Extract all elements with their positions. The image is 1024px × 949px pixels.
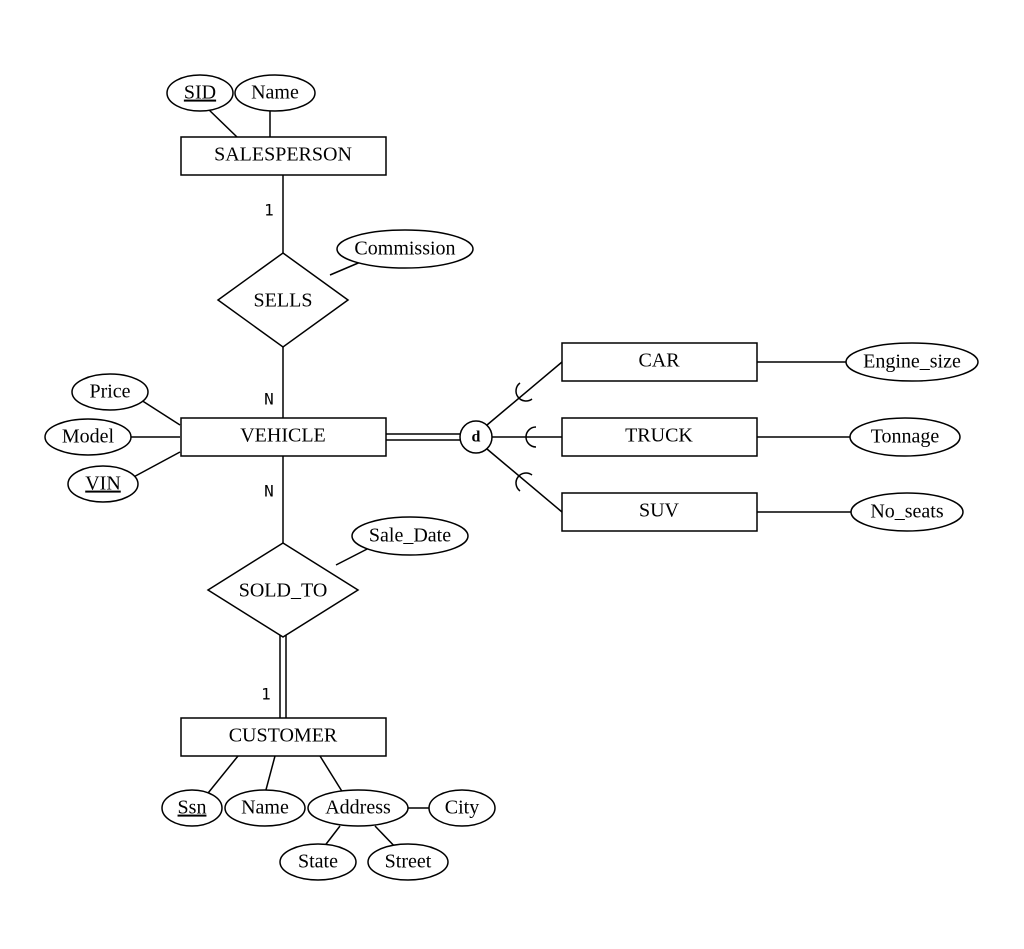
rel-sells-label: SELLS	[254, 290, 313, 312]
attr-engine-size: Engine_size	[846, 343, 978, 381]
attr-model: Model	[45, 419, 131, 455]
entity-vehicle: VEHICLE	[181, 418, 386, 456]
attr-vin: VIN	[68, 466, 138, 502]
entity-customer: CUSTOMER	[181, 718, 386, 756]
attr-price-label: Price	[89, 381, 130, 403]
entity-customer-label: CUSTOMER	[229, 725, 338, 747]
attr-address: Address	[308, 790, 408, 826]
specialization-d-label: d	[472, 429, 481, 446]
entity-car: CAR	[562, 343, 757, 381]
edge-d-suv	[487, 449, 562, 512]
attr-city: City	[429, 790, 495, 826]
attr-no-seats-label: No_seats	[870, 501, 944, 523]
attr-commission: Commission	[337, 230, 473, 268]
attr-city-label: City	[445, 797, 479, 819]
specialization-d: d	[460, 421, 492, 453]
edge-price-vehicle	[141, 400, 180, 425]
attr-model-label: Model	[62, 426, 115, 448]
edge-soldto-customer	[280, 635, 286, 718]
attr-sid-label: SID	[184, 82, 216, 104]
entity-vehicle-label: VEHICLE	[240, 425, 326, 447]
edge-sid-salesperson	[206, 107, 237, 137]
attr-price: Price	[72, 374, 148, 410]
attr-sale-date: Sale_Date	[352, 517, 468, 555]
attr-state-label: State	[298, 851, 338, 873]
edge-vin-vehicle	[128, 452, 180, 480]
attr-ssn-label: Ssn	[178, 797, 207, 819]
attr-state: State	[280, 844, 356, 880]
card-sells-top: 1	[264, 201, 274, 220]
attr-sale-date-label: Sale_Date	[369, 525, 451, 547]
attr-tonnage-label: Tonnage	[871, 426, 940, 448]
attr-sp-name: Name	[235, 75, 315, 111]
edge-d-car	[487, 362, 562, 425]
attr-commission-label: Commission	[354, 238, 455, 260]
entity-car-label: CAR	[638, 350, 680, 372]
attr-vin-label: VIN	[85, 473, 121, 495]
entity-suv-label: SUV	[639, 500, 680, 522]
entity-truck-label: TRUCK	[625, 425, 693, 447]
card-soldto-bottom: 1	[261, 685, 271, 704]
card-soldto-top: N	[264, 482, 274, 501]
entity-truck: TRUCK	[562, 418, 757, 456]
attr-street-label: Street	[385, 851, 432, 873]
attr-address-label: Address	[325, 797, 391, 819]
attr-ssn: Ssn	[162, 790, 222, 826]
attr-tonnage: Tonnage	[850, 418, 960, 456]
edge-vehicle-d	[386, 434, 460, 440]
entity-suv: SUV	[562, 493, 757, 531]
rel-soldto: SOLD_TO	[208, 543, 358, 637]
er-diagram: SALESPERSON VEHICLE CUSTOMER CAR TRUCK S…	[0, 0, 1024, 949]
attr-engine-size-label: Engine_size	[863, 351, 961, 373]
subset-arc-suv	[516, 473, 532, 491]
rel-sells: SELLS	[218, 253, 348, 347]
subset-arc-car	[516, 383, 532, 401]
attr-sp-name-label: Name	[251, 82, 299, 104]
attr-no-seats: No_seats	[851, 493, 963, 531]
rel-soldto-label: SOLD_TO	[239, 580, 328, 602]
attr-cust-name: Name	[225, 790, 305, 826]
entity-salesperson: SALESPERSON	[181, 137, 386, 175]
attr-street: Street	[368, 844, 448, 880]
attr-sid: SID	[167, 75, 233, 111]
card-sells-bottom: N	[264, 390, 274, 409]
entity-salesperson-label: SALESPERSON	[214, 144, 352, 166]
attr-cust-name-label: Name	[241, 797, 289, 819]
